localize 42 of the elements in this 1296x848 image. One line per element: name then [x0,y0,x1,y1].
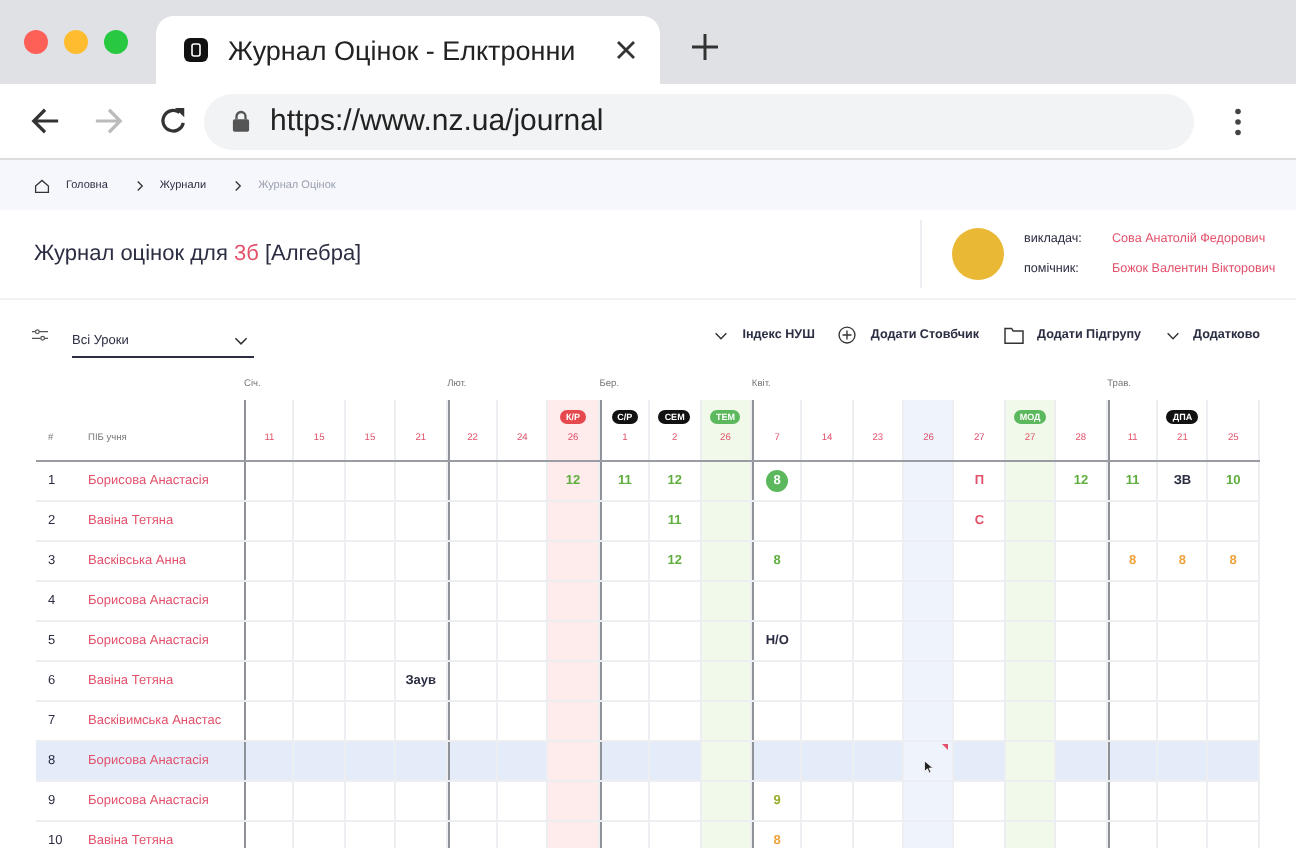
table-cell [701,622,752,660]
table-cell [701,582,752,620]
folder-icon [1003,326,1024,344]
table-cell [548,582,600,620]
table-cell [548,542,600,580]
home-icon [34,177,50,193]
lock-icon [232,110,250,132]
chevron-down-icon [714,331,729,339]
reload-icon[interactable] [158,106,188,136]
browser-tab[interactable]: Журнал Оцінок - Елктронни [156,16,660,84]
plus-circle-icon [838,326,857,344]
table-cell [701,782,752,820]
table-cell [701,542,752,580]
table-cell [701,502,752,540]
table-cell [701,702,752,740]
table-cell [701,742,752,780]
table-cell [1005,702,1057,740]
chevron-down-icon [234,335,248,345]
chevron-right-icon [234,179,243,191]
table-cell [1005,742,1057,780]
table-cell [548,662,600,700]
table-cell [548,622,600,660]
site-logo-icon [184,38,208,62]
table-cell [701,662,752,700]
filter-icon[interactable] [32,328,48,342]
table-cell [904,702,955,740]
table-cell [548,502,600,540]
new-tab-icon[interactable] [692,34,718,60]
avatar-placeholder [952,228,1004,280]
table-cell [548,822,600,848]
table-cell [548,742,600,780]
chevron-right-icon [135,179,144,191]
back-icon[interactable] [30,106,60,136]
close-tab-icon[interactable] [616,40,636,60]
table-cell [1005,782,1057,820]
chevron-down-icon [1165,331,1180,339]
table-cell [548,702,600,740]
page-title: Журнал оцінок для 3б [Алгебра] [34,242,364,266]
table-cell [548,782,600,820]
address-field[interactable]: https://www.nz.ua/journal [204,93,1194,149]
menu-icon[interactable] [1234,107,1242,135]
table-cell [904,782,955,820]
